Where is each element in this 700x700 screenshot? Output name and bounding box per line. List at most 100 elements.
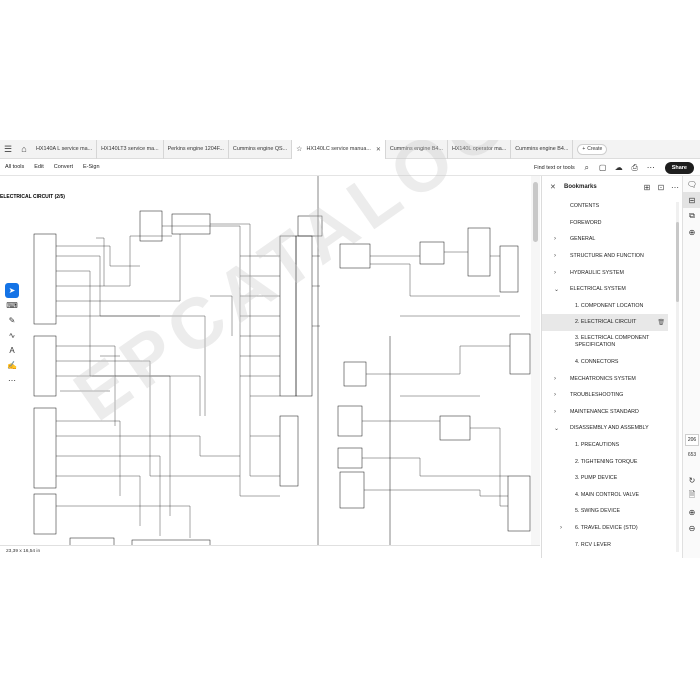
- save-to-device-icon[interactable]: ▢: [595, 163, 611, 172]
- tab-label: Cummins engine B4...: [515, 146, 569, 152]
- star-icon[interactable]: ☆: [296, 145, 302, 153]
- acrobat-window: ☰ ⌂ HX140A L service ma... HX140LT3 serv…: [0, 140, 700, 558]
- page-size-readout: 23,39 x 16,54 in: [6, 549, 41, 554]
- tab-5[interactable]: Cummins engine B4...: [386, 140, 448, 159]
- wiring-diagram: [33, 176, 531, 545]
- document-icon[interactable]: 🗎: [683, 488, 700, 504]
- bookmark-item[interactable]: CONTENTS: [542, 198, 682, 215]
- bookmark-label: MECHATRONICS SYSTEM: [570, 375, 636, 382]
- rotate-icon[interactable]: ↻: [683, 472, 700, 488]
- home-icon[interactable]: ⌂: [16, 140, 32, 159]
- bookmark-item[interactable]: › TROUBLESHOOTING: [542, 387, 682, 404]
- bookmark-item[interactable]: › MECHATRONICS SYSTEM: [542, 370, 682, 387]
- zoom-in-icon[interactable]: ⊕: [683, 504, 700, 520]
- bookmark-item[interactable]: 3. PUMP DEVICE: [542, 470, 682, 487]
- menu-edit[interactable]: Edit: [34, 164, 43, 170]
- tab-7[interactable]: Cummins engine B4...: [511, 140, 574, 159]
- panel-more-icon[interactable]: ⋯: [668, 183, 682, 192]
- highlight-pen-icon[interactable]: ✎: [5, 313, 19, 328]
- close-tab-icon[interactable]: ✕: [376, 146, 381, 153]
- chevron-right-icon[interactable]: ›: [554, 236, 556, 242]
- bookmark-label: 6. TRAVEL DEVICE (STD): [575, 524, 638, 531]
- menu-convert[interactable]: Convert: [54, 164, 73, 170]
- tab-3[interactable]: Cummins engine QS...: [229, 140, 293, 159]
- bookmark-item[interactable]: FOREWORD: [542, 215, 682, 232]
- search-icon[interactable]: ⌕: [579, 163, 595, 173]
- bookmark-label: HYDRAULIC SYSTEM: [570, 269, 624, 276]
- bookmark-item[interactable]: › GENERAL: [542, 231, 682, 248]
- close-panel-icon[interactable]: ✕: [550, 183, 564, 191]
- document-view[interactable]: ELECTRICAL CIRCUIT (2/5): [0, 176, 540, 545]
- chevron-right-icon[interactable]: ›: [554, 392, 556, 398]
- bookmark-item-selected[interactable]: 2. ELECTRICAL CIRCUIT 🗑: [542, 314, 668, 331]
- attachments-icon[interactable]: ⊕: [683, 224, 700, 240]
- tab-label: Cummins engine QS...: [232, 146, 288, 152]
- draw-freehand-icon[interactable]: ∿: [5, 328, 19, 343]
- select-cursor-icon[interactable]: ➤: [5, 283, 19, 298]
- add-comment-icon[interactable]: ⌨: [5, 298, 19, 313]
- trash-icon[interactable]: 🗑: [657, 319, 665, 326]
- bookmark-item[interactable]: 7. RCV LEVER: [542, 536, 682, 553]
- bookmark-options-icon[interactable]: ⊞: [640, 183, 654, 192]
- bookmark-item[interactable]: 4. MAIN CONTROL VALVE: [542, 487, 682, 504]
- bookmark-item[interactable]: › STRUCTURE AND FUNCTION: [542, 248, 682, 265]
- sign-icon[interactable]: ✍: [5, 358, 19, 373]
- bookmark-item[interactable]: 2. TIGHTENING TORQUE: [542, 453, 682, 470]
- bookmark-label: MAINTENANCE STANDARD: [570, 408, 639, 415]
- pages-icon[interactable]: ⧉: [683, 208, 700, 224]
- bookmark-item[interactable]: › 6. TRAVEL DEVICE (STD): [542, 520, 682, 537]
- chevron-right-icon[interactable]: ›: [554, 376, 556, 382]
- bookmark-label: 1. COMPONENT LOCATION: [575, 302, 644, 309]
- hamburger-menu-icon[interactable]: ☰: [0, 140, 16, 159]
- more-tools-icon[interactable]: ⋯: [5, 373, 19, 388]
- bookmark-item[interactable]: 5. SWING DEVICE: [542, 503, 682, 520]
- menu-all-tools[interactable]: All tools: [5, 164, 24, 170]
- chevron-down-icon[interactable]: ⌄: [554, 425, 559, 432]
- menu-esign[interactable]: E-Sign: [83, 164, 100, 170]
- page-number-input[interactable]: 206: [685, 434, 699, 446]
- tab-2[interactable]: Perkins engine 1204F...: [164, 140, 229, 159]
- scroll-thumb[interactable]: [533, 182, 538, 242]
- document-scrollbar[interactable]: [531, 176, 540, 545]
- bookmark-label: 7. RCV LEVER: [575, 541, 611, 548]
- tab-4-active[interactable]: ☆ HX140LC service manua... ✕: [292, 140, 386, 159]
- share-button[interactable]: Share: [664, 161, 694, 174]
- tab-1[interactable]: HX140LT3 service ma...: [97, 140, 164, 159]
- status-bar: 23,39 x 16,54 in: [0, 545, 540, 558]
- cloud-upload-icon[interactable]: ☁: [611, 163, 627, 172]
- chevron-right-icon[interactable]: ›: [560, 525, 562, 531]
- chevron-right-icon[interactable]: ›: [554, 253, 556, 259]
- add-bookmark-icon[interactable]: ⊡: [654, 183, 668, 192]
- find-text-button[interactable]: Find text or tools: [534, 165, 575, 171]
- bookmark-item[interactable]: 1. COMPONENT LOCATION: [542, 298, 682, 315]
- comments-icon[interactable]: 🗨: [683, 176, 700, 192]
- bookmark-label: FOREWORD: [570, 219, 602, 226]
- chevron-right-icon[interactable]: ›: [554, 270, 556, 276]
- tab-6[interactable]: HX140L operator ma...: [448, 140, 512, 159]
- create-label: Create: [587, 146, 603, 152]
- page-total: 653: [687, 452, 697, 458]
- zoom-out-icon[interactable]: ⊖: [683, 520, 700, 536]
- bookmark-item[interactable]: 1. PRECAUTIONS: [542, 437, 682, 454]
- bookmark-item[interactable]: › MAINTENANCE STANDARD: [542, 404, 682, 421]
- bookmark-item[interactable]: › HYDRAULIC SYSTEM: [542, 264, 682, 281]
- chevron-down-icon[interactable]: ⌄: [554, 286, 559, 293]
- add-text-icon[interactable]: A: [5, 343, 19, 358]
- bookmark-label: 3. PUMP DEVICE: [575, 475, 618, 482]
- chevron-right-icon[interactable]: ›: [554, 409, 556, 415]
- bookmarks-scrollbar[interactable]: [676, 202, 679, 552]
- bookmark-item[interactable]: 3. ELECTRICAL COMPONENT SPECIFICATION: [542, 331, 682, 354]
- bookmarks-scroll-thumb[interactable]: [676, 222, 679, 302]
- tab-0[interactable]: HX140A L service ma...: [32, 140, 98, 159]
- bookmarks-icon[interactable]: ⊟: [683, 192, 700, 208]
- print-icon[interactable]: ⎙: [627, 163, 643, 173]
- more-options-icon[interactable]: ⋯: [643, 163, 659, 172]
- tab-label: Cummins engine B4...: [389, 146, 443, 152]
- bookmark-label: ELECTRICAL SYSTEM: [570, 286, 626, 293]
- bookmark-label: CONTENTS: [570, 203, 600, 210]
- diagram-title: ELECTRICAL CIRCUIT (2/5): [0, 194, 65, 200]
- bookmark-item[interactable]: ⌄ ELECTRICAL SYSTEM: [542, 281, 682, 298]
- create-button[interactable]: + Create: [577, 143, 608, 155]
- bookmark-item[interactable]: ⌄ DISASSEMBLY AND ASSEMBLY: [542, 420, 682, 437]
- bookmark-item[interactable]: 4. CONNECTORS: [542, 354, 682, 371]
